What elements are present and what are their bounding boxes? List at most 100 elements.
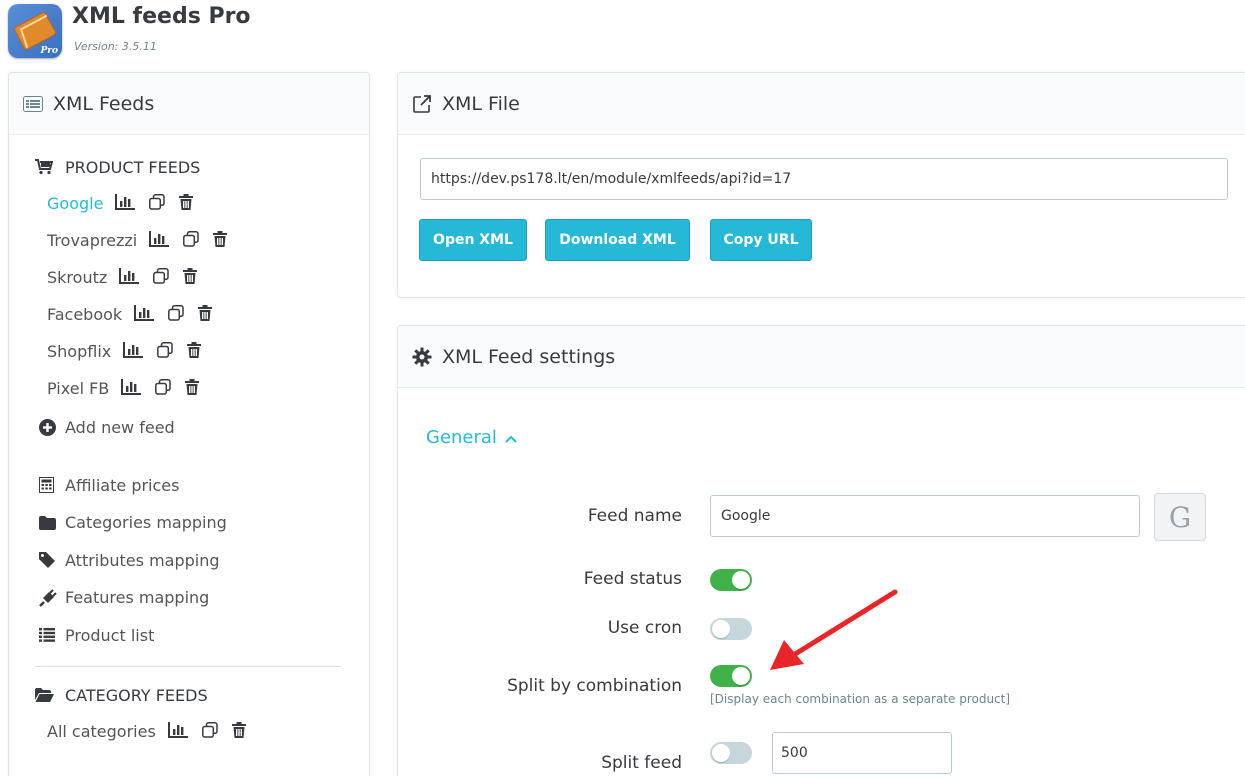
copy-icon[interactable] bbox=[201, 721, 218, 742]
bar-chart-icon[interactable] bbox=[121, 378, 142, 399]
copy-icon[interactable] bbox=[155, 378, 172, 399]
logo-pro-text: Pro bbox=[40, 46, 58, 56]
split-feed-toggle[interactable] bbox=[710, 742, 752, 764]
list-alt-icon bbox=[23, 95, 53, 112]
feed-item[interactable]: Pixel FB bbox=[35, 370, 369, 407]
plug-icon bbox=[39, 589, 65, 607]
sidebar-item-attributes-mapping[interactable]: Attributes mapping bbox=[35, 542, 369, 580]
sidebar-item-label: Product list bbox=[65, 625, 155, 645]
category-feeds-label: CATEGORY FEEDS bbox=[65, 685, 208, 705]
open-xml-button[interactable]: Open XML bbox=[419, 219, 527, 261]
plus-circle-icon bbox=[39, 419, 65, 437]
copy-icon[interactable] bbox=[153, 267, 169, 288]
xml-file-panel: XML File https://dev.ps178.lt/en/module/… bbox=[397, 72, 1245, 298]
bar-chart-icon[interactable] bbox=[167, 721, 188, 742]
feed-name-link[interactable]: Facebook bbox=[47, 305, 122, 324]
chevron-up-icon bbox=[505, 427, 517, 448]
gear-icon bbox=[412, 347, 442, 367]
calculator-icon bbox=[39, 477, 65, 494]
app-version: Version: 3.5.11 bbox=[74, 40, 157, 53]
toggle-knob bbox=[712, 744, 730, 762]
add-new-feed-link[interactable]: Add new feed bbox=[35, 409, 369, 447]
sidebar-item-affiliate-prices[interactable]: Affiliate prices bbox=[35, 467, 369, 505]
use-cron-label: Use cron bbox=[607, 618, 682, 638]
xml-file-header: XML File bbox=[398, 73, 1245, 135]
feed-item[interactable]: Trovaprezzi bbox=[35, 222, 369, 259]
envelope-icon bbox=[13, 11, 57, 51]
copy-icon[interactable] bbox=[183, 230, 199, 251]
split-by-combination-label: Split by combination bbox=[507, 676, 682, 696]
app-title: XML feeds Pro bbox=[72, 4, 251, 29]
trash-icon[interactable] bbox=[179, 193, 194, 214]
toggle-knob bbox=[732, 571, 750, 589]
feed-name-link[interactable]: All categories bbox=[47, 722, 156, 741]
feed-item[interactable]: Shopflix bbox=[35, 333, 369, 370]
bar-chart-icon[interactable] bbox=[149, 230, 170, 251]
copy-icon[interactable] bbox=[149, 193, 166, 214]
bar-chart-icon[interactable] bbox=[123, 341, 144, 362]
toggle-knob bbox=[732, 667, 750, 685]
sidebar-item-features-mapping[interactable]: Features mapping bbox=[35, 579, 369, 617]
feed-name-input[interactable]: Google bbox=[710, 495, 1140, 537]
general-section-toggle[interactable]: General bbox=[426, 427, 517, 448]
shopping-cart-icon bbox=[35, 159, 65, 175]
feed-settings-title: XML Feed settings bbox=[442, 345, 616, 368]
feed-name-link[interactable]: Pixel FB bbox=[47, 379, 109, 398]
sidebar-item-categories-mapping[interactable]: Categories mapping bbox=[35, 504, 369, 542]
product-feeds-heading: PRODUCT FEEDS bbox=[35, 149, 369, 185]
trash-icon[interactable] bbox=[198, 304, 213, 325]
module-logo: Pro bbox=[8, 4, 62, 58]
feed-name-link[interactable]: Shopflix bbox=[47, 342, 111, 361]
xml-url-field[interactable]: https://dev.ps178.lt/en/module/xmlfeeds/… bbox=[420, 158, 1228, 200]
sidebar-title: XML Feeds bbox=[53, 92, 155, 115]
feed-item[interactable]: Facebook bbox=[35, 296, 369, 333]
toggle-knob bbox=[712, 620, 730, 638]
trash-icon[interactable] bbox=[213, 230, 228, 251]
feed-item[interactable]: Google bbox=[35, 185, 369, 222]
trash-icon[interactable] bbox=[187, 341, 202, 362]
feed-settings-panel: XML Feed settings General Feed name Goog… bbox=[397, 325, 1245, 776]
sidebar-panel: XML Feeds PRODUCT FEEDS Google Trovaprezz… bbox=[8, 72, 370, 776]
folder-open-icon bbox=[35, 688, 65, 702]
feed-status-toggle[interactable] bbox=[710, 569, 752, 591]
general-label: General bbox=[426, 427, 497, 448]
feed-status-label: Feed status bbox=[583, 569, 682, 589]
category-feeds-heading: CATEGORY FEEDS bbox=[35, 677, 369, 713]
bar-chart-icon[interactable] bbox=[134, 304, 155, 325]
feed-settings-header: XML Feed settings bbox=[398, 326, 1245, 388]
sidebar-item-label: Categories mapping bbox=[65, 513, 227, 533]
split-by-combination-hint: [Display each combination as a separate … bbox=[710, 692, 1011, 706]
feed-name-link[interactable]: Google bbox=[47, 194, 103, 213]
external-link-icon bbox=[412, 94, 442, 114]
sidebar-item-product-list[interactable]: Product list bbox=[35, 617, 369, 655]
sidebar-header: XML Feeds bbox=[9, 73, 369, 135]
copy-url-button[interactable]: Copy URL bbox=[710, 219, 812, 261]
product-feeds-label: PRODUCT FEEDS bbox=[65, 157, 201, 177]
feed-item[interactable]: Skroutz bbox=[35, 259, 369, 296]
feed-name-link[interactable]: Trovaprezzi bbox=[47, 231, 137, 250]
copy-icon[interactable] bbox=[157, 341, 173, 362]
copy-icon[interactable] bbox=[168, 304, 184, 325]
split-feed-input[interactable]: 500 bbox=[772, 732, 952, 774]
sidebar-item-label: Features mapping bbox=[65, 588, 210, 608]
download-xml-button[interactable]: Download XML bbox=[545, 219, 690, 261]
split-by-combination-toggle[interactable] bbox=[710, 665, 752, 687]
bar-chart-icon[interactable] bbox=[115, 193, 136, 214]
google-badge-button[interactable]: G bbox=[1154, 493, 1206, 541]
trash-icon[interactable] bbox=[231, 721, 246, 742]
red-arrow-annotation bbox=[770, 589, 898, 670]
add-new-feed-label: Add new feed bbox=[65, 418, 175, 438]
bar-chart-icon[interactable] bbox=[119, 267, 140, 288]
tag-icon bbox=[39, 552, 65, 569]
feed-name-link[interactable]: Skroutz bbox=[47, 268, 107, 287]
trash-icon[interactable] bbox=[185, 378, 200, 399]
folder-icon bbox=[39, 515, 65, 530]
split-feed-label: Split feed bbox=[601, 753, 682, 773]
sidebar-item-label: Attributes mapping bbox=[65, 550, 220, 570]
xml-file-title: XML File bbox=[442, 92, 520, 115]
feed-item[interactable]: All categories bbox=[35, 713, 369, 750]
trash-icon[interactable] bbox=[183, 267, 198, 288]
use-cron-toggle[interactable] bbox=[710, 618, 752, 640]
app-header: Pro XML feeds Pro Version: 3.5.11 bbox=[0, 0, 1245, 70]
feed-name-label: Feed name bbox=[587, 506, 682, 526]
